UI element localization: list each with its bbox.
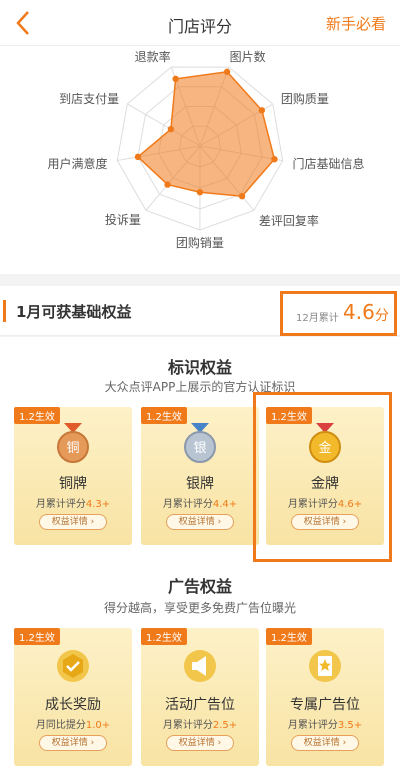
radar-chart: 图片数团购质量门店基础信息差评回复率团购销量 投诉量 用户满意度 到店支付量 退款率 bbox=[0, 46, 400, 274]
radar-point bbox=[196, 188, 204, 196]
benefit-detail-button[interactable]: 权益详情 › bbox=[291, 735, 359, 751]
radar-point bbox=[238, 193, 246, 200]
radar-label: 团购质量 bbox=[280, 92, 329, 107]
section-subtitle-ads: 得分越高，享受更多免费广告位曝光 bbox=[103, 601, 296, 615]
radar-point bbox=[223, 68, 231, 76]
badge-requirement: 月累计评分4.3+ bbox=[35, 499, 111, 510]
benefit-detail-button[interactable]: 权益详情 › bbox=[39, 514, 107, 530]
radar-label: 到店支付量 bbox=[59, 91, 120, 106]
check-badge-icon bbox=[57, 650, 89, 682]
ad-card-activity[interactable]: 1.2生效 活动广告位 月累计评分2.5+ 权益详情 › bbox=[141, 628, 259, 766]
effective-tag: 1.2生效 bbox=[141, 407, 187, 424]
top-bar: 门店评分 新手必看 bbox=[0, 0, 400, 46]
section-divider bbox=[0, 274, 400, 286]
effective-tag: 1.2生效 bbox=[14, 628, 60, 645]
newbie-guide-link[interactable]: 新手必看 bbox=[326, 13, 386, 34]
radar-point bbox=[271, 155, 278, 163]
radar-label: 图片数 bbox=[229, 49, 266, 64]
score-unit: 分 bbox=[375, 308, 389, 324]
radar-point bbox=[134, 153, 142, 161]
ad-benefit-name: 专属广告位 bbox=[290, 697, 360, 713]
radar-score-area bbox=[136, 71, 276, 197]
radar-point bbox=[172, 75, 179, 83]
ad-benefit-requirement: 月同比提分1.0+ bbox=[35, 720, 111, 731]
score-value: 4.6 bbox=[343, 300, 375, 324]
silver-medal-icon: 银 bbox=[184, 423, 216, 463]
gold-badge-highlight-frame bbox=[253, 392, 392, 562]
section-title-ads: 广告权益 bbox=[167, 577, 232, 596]
radar-point bbox=[258, 107, 266, 114]
radar-label: 团购销量 bbox=[175, 235, 224, 250]
megaphone-icon bbox=[184, 650, 216, 682]
badge-name: 银牌 bbox=[186, 476, 214, 492]
benefit-detail-button[interactable]: 权益详情 › bbox=[39, 735, 107, 751]
radar-label: 门店基础信息 bbox=[292, 156, 365, 171]
badge-name: 铜牌 bbox=[59, 476, 87, 492]
effective-tag: 1.2生效 bbox=[266, 628, 312, 645]
accent-bar bbox=[3, 300, 6, 322]
radar-label: 差评回复率 bbox=[258, 213, 319, 228]
benefit-detail-button[interactable]: 权益详情 › bbox=[166, 514, 234, 530]
monthly-score-box: 12月累计 4.6 分 bbox=[280, 291, 397, 336]
badge-card-bronze[interactable]: 1.2生效 铜 铜牌 月累计评分4.3+ 权益详情 › bbox=[14, 407, 132, 545]
score-label: 12月累计 bbox=[296, 313, 339, 324]
ad-card-growth[interactable]: 1.2生效 成长奖励 月同比提分1.0+ 权益详情 › bbox=[14, 628, 132, 766]
radar-label: 用户满意度 bbox=[47, 156, 108, 171]
radar-point bbox=[164, 181, 171, 188]
star-card-icon bbox=[309, 650, 341, 682]
ad-benefit-name: 活动广告位 bbox=[165, 697, 235, 713]
radar-label: 投诉量 bbox=[104, 213, 141, 228]
ad-benefit-requirement: 月累计评分2.5+ bbox=[162, 720, 238, 731]
ad-benefit-name: 成长奖励 bbox=[45, 697, 101, 713]
ad-benefit-requirement: 月累计评分3.5+ bbox=[287, 720, 363, 731]
radar-point bbox=[167, 125, 175, 133]
badge-requirement: 月累计评分4.4+ bbox=[162, 499, 238, 510]
badge-card-silver[interactable]: 1.2生效 银 银牌 月累计评分4.4+ 权益详情 › bbox=[141, 407, 259, 545]
benefits-title: 1月可获基础权益 bbox=[16, 303, 132, 321]
radar-label: 退款率 bbox=[134, 49, 171, 64]
effective-tag: 1.2生效 bbox=[14, 407, 60, 424]
effective-tag: 1.2生效 bbox=[141, 628, 187, 645]
ad-card-exclusive[interactable]: 1.2生效 专属广告位 月累计评分3.5+ 权益详情 › bbox=[266, 628, 384, 766]
section-title-badges: 标识权益 bbox=[167, 358, 232, 377]
medal-glyph: 铜 bbox=[66, 441, 79, 456]
benefit-detail-button[interactable]: 权益详情 › bbox=[166, 735, 234, 751]
medal-glyph: 银 bbox=[193, 441, 206, 456]
bronze-medal-icon: 铜 bbox=[57, 423, 89, 463]
